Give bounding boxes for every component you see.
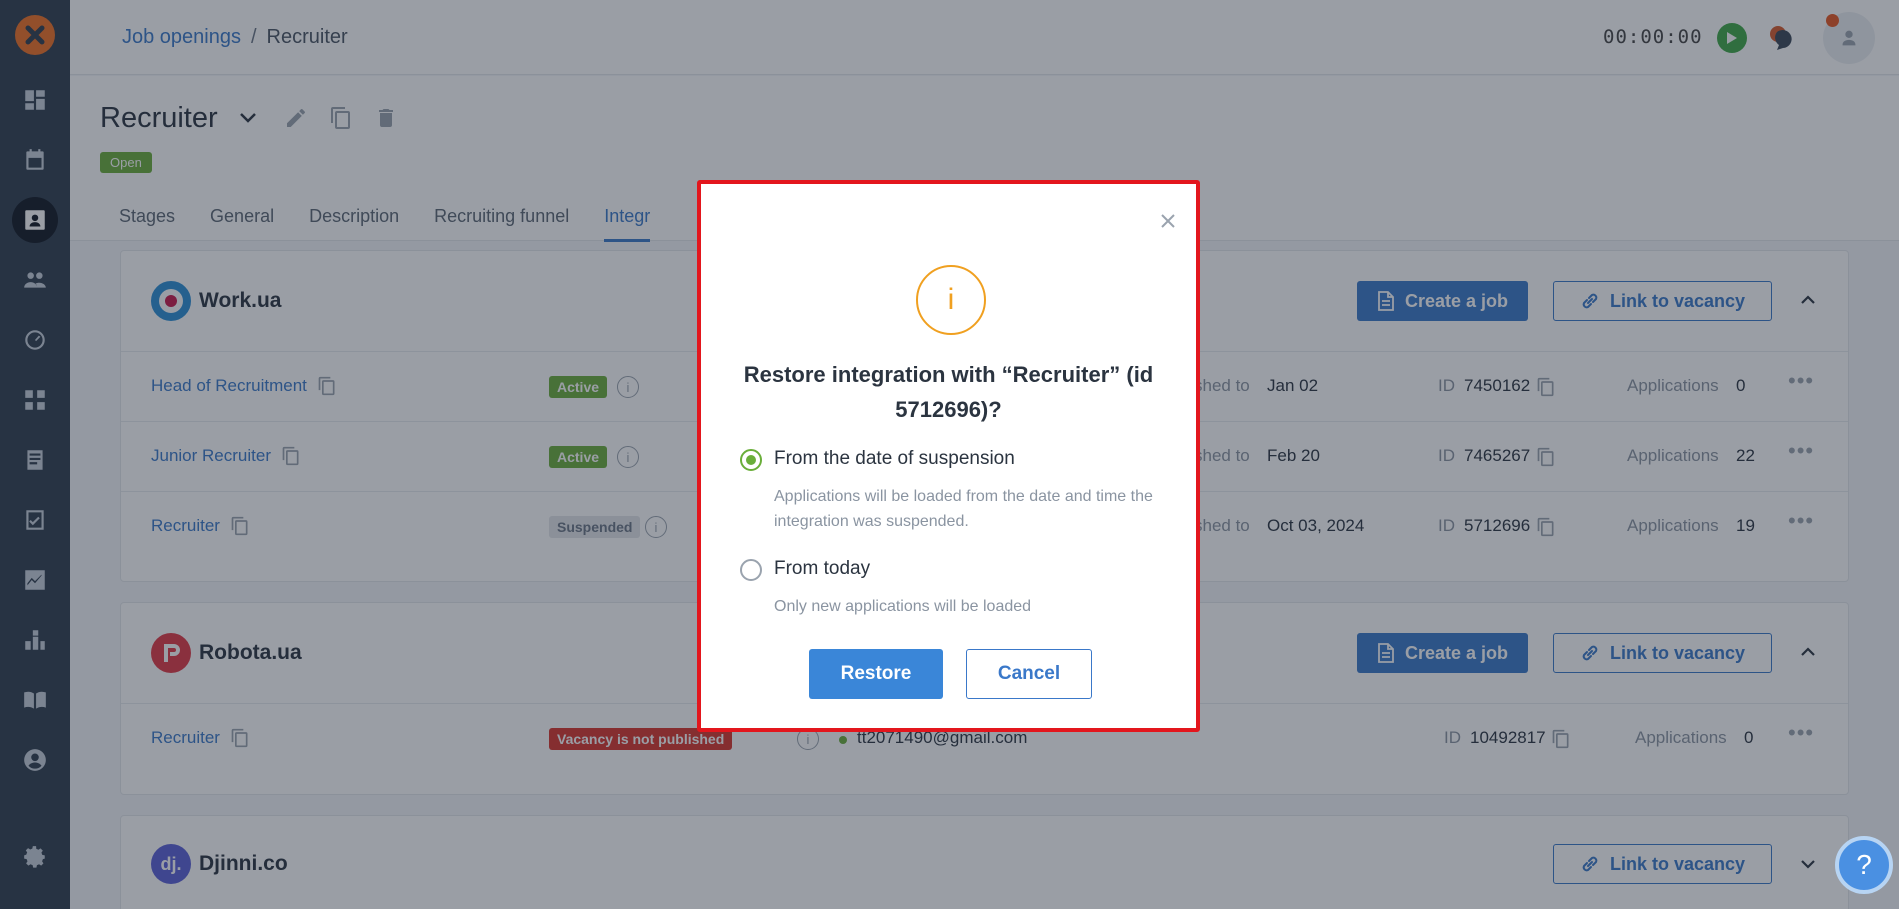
info-icon: i (916, 265, 986, 335)
close-button[interactable] (1156, 209, 1180, 233)
help-button[interactable]: ? (1835, 836, 1893, 894)
restore-integration-dialog: i Restore integration with “Recruiter” (… (697, 180, 1200, 732)
close-icon (1161, 214, 1175, 228)
option-from-today-description: Only new applications will be loaded (774, 598, 1032, 615)
option-from-suspension-radio[interactable] (740, 449, 762, 471)
dialog-title: Restore integration with “Recruiter” (id… (743, 362, 1154, 422)
option-from-suspension-label[interactable]: From the date of suspension (774, 448, 1015, 470)
option-from-suspension-description: Applications will be loaded from the dat… (774, 488, 1153, 530)
restore-button[interactable]: Restore (809, 649, 943, 699)
option-from-today-label[interactable]: From today (774, 558, 870, 580)
option-from-today-radio[interactable] (740, 559, 762, 581)
cancel-button[interactable]: Cancel (966, 649, 1092, 699)
help-icon: ? (1856, 849, 1872, 880)
